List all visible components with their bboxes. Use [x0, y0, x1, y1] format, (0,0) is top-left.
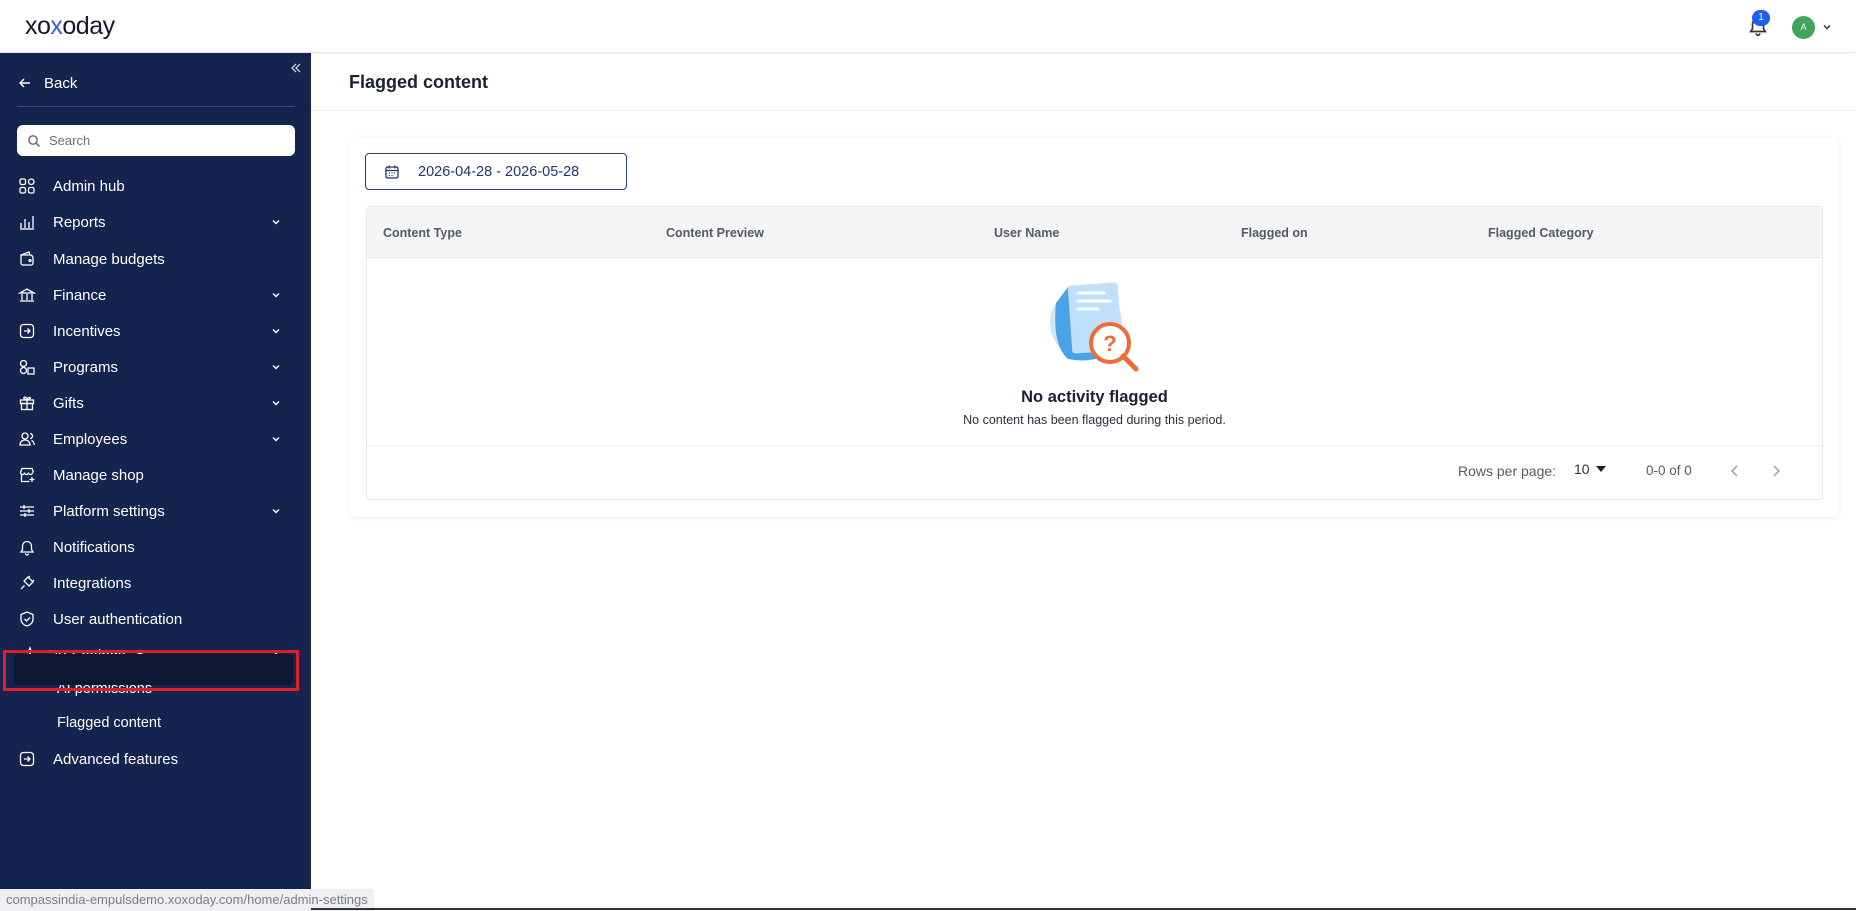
- chevron-down-icon: [272, 365, 280, 370]
- back-label: Back: [44, 74, 78, 92]
- bell-icon: [18, 538, 36, 556]
- column-header-content-preview[interactable]: Content Preview: [666, 226, 764, 240]
- sidebar-item-label: Platform settings: [53, 502, 165, 520]
- users-icon: [18, 430, 36, 448]
- notification-badge: 1: [1752, 10, 1770, 26]
- sidebar-item-admin-hub[interactable]: Admin hub: [18, 172, 292, 200]
- table-footer-divider: [367, 445, 1822, 446]
- programs-icon: [18, 358, 36, 376]
- sidebar-item-label: Integrations: [53, 574, 132, 592]
- sidebar-item-label: Advanced features: [53, 750, 179, 768]
- sidebar-item-label: Programs: [53, 358, 119, 376]
- highlight-box: [3, 650, 299, 691]
- sliders-icon: [18, 502, 36, 520]
- gift-icon: [18, 394, 36, 412]
- caret-down-icon: [1595, 466, 1606, 472]
- column-header-content-type[interactable]: Content Type: [383, 226, 462, 240]
- sidebar-subitem-flagged-content[interactable]: Flagged content: [57, 711, 161, 735]
- sidebar-item-label: Notifications: [53, 538, 135, 556]
- sidebar-item-employees[interactable]: Employees: [18, 425, 292, 453]
- budget-icon: [18, 250, 36, 268]
- sidebar-item-integrations[interactable]: Integrations: [18, 569, 292, 597]
- sidebar-item-gifts[interactable]: Gifts: [18, 389, 292, 417]
- sidebar-item-user-authentication[interactable]: User authentication: [18, 605, 292, 633]
- bar-chart-icon: [18, 213, 36, 231]
- column-header-flagged-on[interactable]: Flagged on: [1241, 226, 1308, 240]
- collapse-sidebar-icon[interactable]: [289, 61, 303, 75]
- previous-page-icon[interactable]: [1727, 463, 1743, 479]
- sidebar-item-label: Manage shop: [53, 466, 144, 484]
- search-icon: [28, 134, 40, 147]
- sidebar-search[interactable]: [17, 125, 295, 156]
- sidebar-item-programs[interactable]: Programs: [18, 353, 292, 381]
- sidebar-item-label: Admin hub: [53, 177, 125, 195]
- sidebar-item-manage-budgets[interactable]: Manage budgets: [18, 245, 292, 273]
- arrow-left-icon: [19, 78, 30, 88]
- column-header-user-name[interactable]: User Name: [994, 226, 1059, 240]
- pagination-range: 0-0 of 0: [1646, 463, 1692, 478]
- advanced-icon: [18, 750, 36, 768]
- date-range-picker[interactable]: 2026-04-28 - 2026-05-28: [365, 153, 627, 190]
- sidebar-item-finance[interactable]: Finance: [18, 281, 292, 309]
- next-page-icon[interactable]: [1768, 463, 1784, 479]
- top-bar: xoxoday 1 A: [0, 0, 1856, 53]
- table-header: [367, 207, 1822, 258]
- sidebar-item-label: Gifts: [53, 394, 84, 412]
- column-header-flagged-category[interactable]: Flagged Category: [1488, 226, 1594, 240]
- empty-state-title: No activity flagged: [1021, 388, 1168, 406]
- sidebar-item-advanced-features[interactable]: Advanced features: [18, 745, 292, 773]
- shield-icon: [18, 610, 36, 628]
- svg-text:?: ?: [1103, 331, 1116, 356]
- sidebar-item-label: Flagged content: [57, 715, 161, 731]
- shop-icon: [18, 466, 36, 484]
- rows-per-page-select[interactable]: 10: [1574, 461, 1606, 477]
- sidebar-item-notifications[interactable]: Notifications: [18, 533, 292, 561]
- sidebar-item-label: Incentives: [53, 322, 121, 340]
- bank-icon: [18, 286, 36, 304]
- empty-state-subtitle: No content has been flagged during this …: [963, 413, 1226, 427]
- chevron-down-icon[interactable]: [1821, 21, 1833, 33]
- grid-icon: [18, 177, 36, 195]
- sidebar-item-platform-settings[interactable]: Platform settings: [18, 497, 292, 525]
- page-title: Flagged content: [349, 72, 488, 92]
- no-results-illustration: ?: [1050, 282, 1139, 372]
- title-divider: [311, 110, 1856, 111]
- sidebar-item-label: Finance: [53, 286, 107, 304]
- bottom-edge: [311, 908, 1856, 910]
- sidebar-item-label: Reports: [53, 213, 106, 231]
- sidebar-item-incentives[interactable]: Incentives: [18, 317, 292, 345]
- sidebar-item-label: Employees: [53, 430, 128, 448]
- sidebar-divider: [17, 106, 295, 107]
- search-input[interactable]: [49, 133, 279, 148]
- calendar-icon: [385, 165, 399, 179]
- chevron-down-icon: [272, 329, 280, 334]
- date-range-value: 2026-04-28 - 2026-05-28: [418, 163, 580, 180]
- sidebar-item-manage-shop[interactable]: Manage shop: [18, 461, 292, 489]
- chevron-down-icon: [272, 401, 280, 406]
- chevron-down-icon: [272, 437, 280, 442]
- chevron-down-icon: [272, 509, 280, 514]
- back-button[interactable]: Back: [18, 71, 77, 95]
- xoxoday-logo[interactable]: xoxoday: [25, 12, 115, 41]
- sidebar-item-reports[interactable]: Reports: [18, 208, 292, 236]
- rows-per-page-label: Rows per page:: [1458, 463, 1557, 479]
- sidebar-item-label: User authentication: [53, 610, 183, 628]
- chevron-down-icon: [272, 293, 280, 298]
- chevron-down-icon: [272, 220, 280, 225]
- sidebar-item-label: Manage budgets: [53, 250, 165, 268]
- user-avatar[interactable]: A: [1792, 16, 1815, 39]
- incentive-icon: [18, 322, 36, 340]
- rows-per-page-value: 10: [1574, 461, 1590, 477]
- plug-icon: [18, 574, 36, 592]
